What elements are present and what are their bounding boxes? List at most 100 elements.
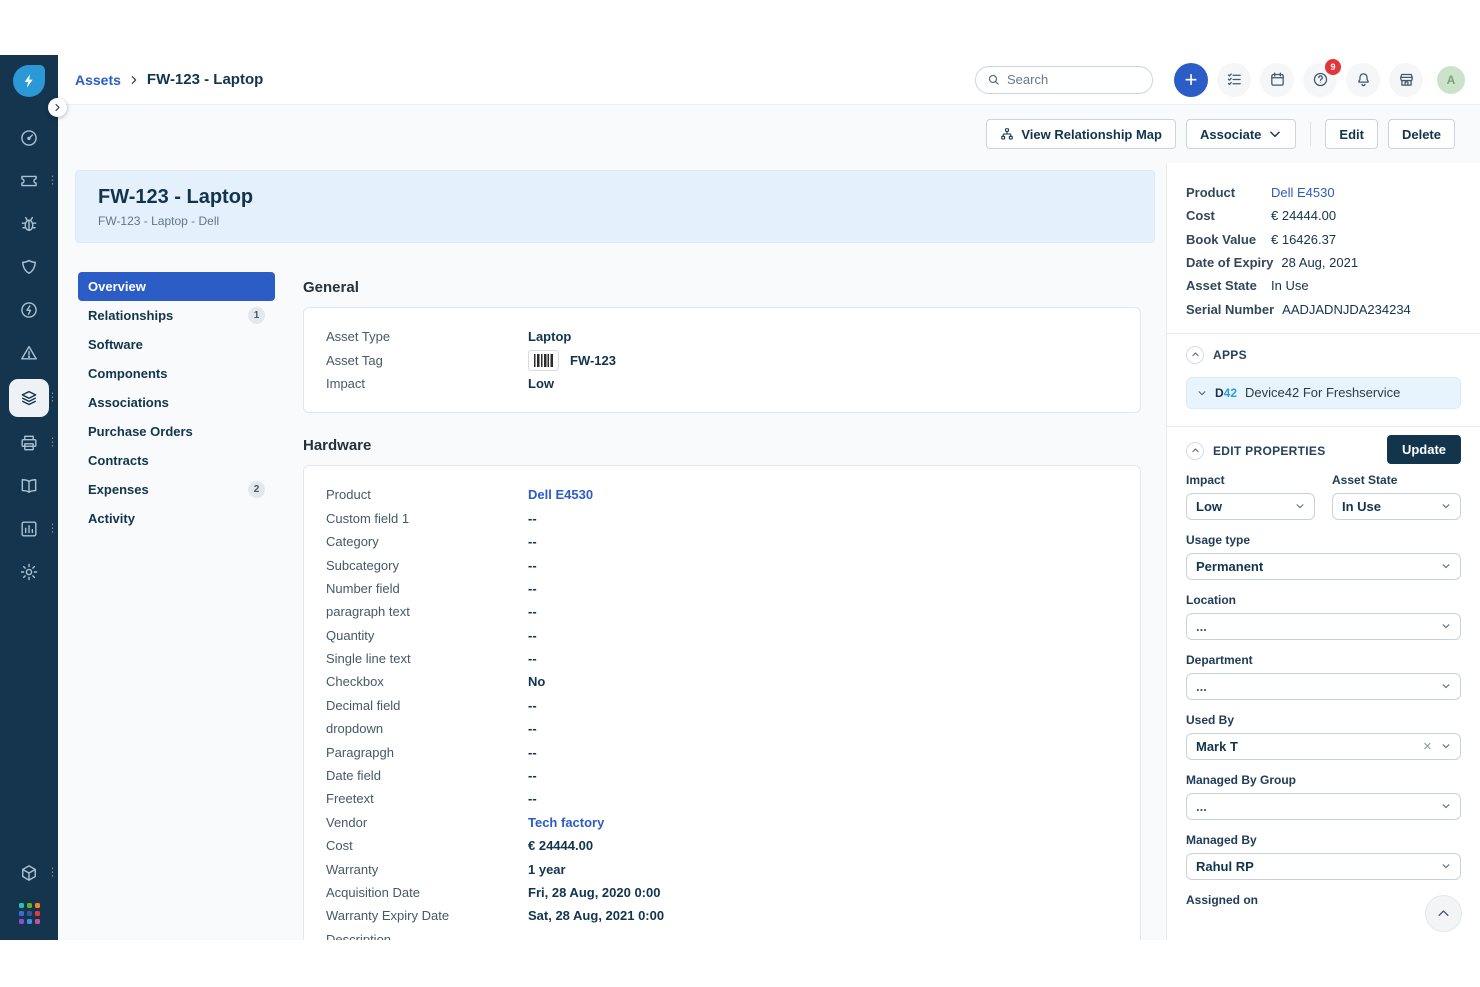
sidebar-item-solutions-book[interactable]: [9, 469, 49, 503]
summary-row-product: ProductDell E4530: [1186, 181, 1461, 204]
impact-select[interactable]: Low: [1186, 493, 1315, 520]
edit-button[interactable]: Edit: [1325, 119, 1378, 149]
location-select[interactable]: ...: [1186, 613, 1461, 640]
field-value[interactable]: Tech factory: [528, 815, 604, 830]
field-label: Asset Tag: [326, 353, 528, 368]
content-area: FW-123 - Laptop FW-123 - Laptop - Dell O…: [58, 163, 1166, 940]
field-value-text: FW-123: [570, 353, 616, 368]
view-relationship-map-button[interactable]: View Relationship Map: [986, 119, 1176, 149]
field-label: Impact: [1186, 473, 1315, 487]
sidebar-item-releases-bolt[interactable]: [9, 293, 49, 327]
kebab-menu-icon[interactable]: ⋮: [47, 524, 58, 535]
search-input[interactable]: [1007, 72, 1141, 87]
field-value: --: [528, 628, 537, 643]
tab-badge: 1: [248, 307, 265, 324]
field-row-cost: Cost€ 24444.00: [326, 834, 1118, 857]
scroll-to-top-button[interactable]: [1425, 895, 1462, 932]
checklist-icon: [1226, 71, 1243, 88]
sidebar-item-packages-cube[interactable]: ⋮: [9, 856, 49, 890]
field-label: Managed By: [1186, 833, 1461, 847]
freshservice-logo-icon[interactable]: [13, 65, 45, 97]
kebab-menu-icon[interactable]: ⋮: [47, 176, 58, 187]
sidebar-item-tickets[interactable]: ⋮: [9, 164, 49, 198]
sidebar-expand-button[interactable]: [48, 98, 67, 117]
tab-activity[interactable]: Activity: [78, 504, 275, 533]
field-value-text: --: [528, 628, 537, 643]
managed-by-group-select[interactable]: ...: [1186, 793, 1461, 820]
sidebar-item-assets-layers[interactable]: ⋮: [9, 379, 49, 417]
update-button[interactable]: Update: [1387, 435, 1461, 464]
edit-properties-collapse-button[interactable]: [1186, 442, 1204, 460]
sidebar-item-analytics-chart[interactable]: ⋮: [9, 512, 49, 546]
department-select[interactable]: ...: [1186, 673, 1461, 700]
storefront-icon: [1398, 71, 1415, 88]
sidebar-item-purchase-orders-printer[interactable]: ⋮: [9, 426, 49, 460]
new-item-button[interactable]: +: [1174, 63, 1208, 97]
sidebar-item-changes-shield[interactable]: [9, 250, 49, 284]
field-value-text: --: [528, 721, 537, 736]
kebab-menu-icon[interactable]: ⋮: [47, 438, 58, 449]
chevron-down-icon: [1268, 127, 1282, 141]
sidebar: ⋮⋮⋮⋮ ⋮: [0, 55, 58, 940]
calendar-button[interactable]: [1260, 63, 1294, 97]
asset-header: FW-123 - Laptop FW-123 - Laptop - Dell: [75, 170, 1155, 243]
field-value-text: --: [528, 745, 537, 760]
summary-value: In Use: [1271, 278, 1309, 293]
managed-by-select[interactable]: Rahul RP: [1186, 853, 1461, 880]
field-row-subcategory: Subcategory--: [326, 553, 1118, 576]
chevron-up-icon: [1191, 446, 1200, 455]
app-switcher-grid-icon[interactable]: [19, 903, 40, 924]
field-value: --: [528, 534, 537, 549]
tab-purchase-orders[interactable]: Purchase Orders: [78, 417, 275, 446]
summary-value[interactable]: Dell E4530: [1271, 185, 1335, 200]
used-by-select[interactable]: Mark T✕: [1186, 733, 1461, 760]
kebab-menu-icon[interactable]: ⋮: [47, 868, 58, 879]
field-value-text: --: [528, 558, 537, 573]
tab-overview[interactable]: Overview: [78, 272, 275, 301]
field-label: Product: [326, 487, 528, 502]
tab-label: Overview: [88, 279, 146, 294]
device42-app-card[interactable]: D42 Device42 For Freshservice: [1186, 377, 1461, 409]
asset-state-select[interactable]: In Use: [1332, 493, 1461, 520]
ep-field-assigned-on: Assigned on: [1186, 893, 1461, 907]
tab-software[interactable]: Software: [78, 330, 275, 359]
tab-associations[interactable]: Associations: [78, 388, 275, 417]
field-label: dropdown: [326, 721, 528, 736]
tab-components[interactable]: Components: [78, 359, 275, 388]
delete-button[interactable]: Delete: [1388, 119, 1455, 149]
kebab-menu-icon[interactable]: ⋮: [47, 393, 58, 404]
tab-label: Contracts: [88, 453, 149, 468]
breadcrumb-assets-link[interactable]: Assets: [75, 72, 121, 88]
associate-button[interactable]: Associate: [1186, 119, 1296, 149]
apps-collapse-button[interactable]: [1186, 346, 1204, 364]
field-value-text: Laptop: [528, 329, 571, 344]
usage-type-select[interactable]: Permanent: [1186, 553, 1461, 580]
field-value-text: --: [528, 651, 537, 666]
field-value: Fri, 28 Aug, 2020 0:00: [528, 885, 660, 900]
chevron-down-icon: [1441, 681, 1451, 691]
asset-tabs: Overview Relationships1SoftwareComponents…: [78, 272, 275, 940]
sidebar-item-admin-gear[interactable]: [9, 555, 49, 589]
field-label: Managed By Group: [1186, 773, 1461, 787]
tab-expenses[interactable]: Expenses2: [78, 475, 275, 504]
notifications-button[interactable]: [1346, 63, 1380, 97]
tab-relationships[interactable]: Relationships1: [78, 301, 275, 330]
select-controls: [1441, 621, 1451, 631]
global-search[interactable]: [975, 66, 1153, 94]
marketplace-button[interactable]: [1389, 63, 1423, 97]
sidebar-item-alerts-warning[interactable]: [9, 336, 49, 370]
chevron-down-icon: [1441, 561, 1451, 571]
sidebar-item-dashboard[interactable]: [9, 121, 49, 155]
apps-title: APPS: [1213, 348, 1247, 362]
avatar[interactable]: A: [1437, 66, 1465, 94]
apps-section: APPS D42 Device42 For Freshservice: [1186, 346, 1461, 409]
todo-list-button[interactable]: [1217, 63, 1251, 97]
help-button[interactable]: 9: [1303, 63, 1337, 97]
chevron-down-icon: [1441, 621, 1451, 631]
divider: [1167, 426, 1480, 427]
clear-icon[interactable]: ✕: [1423, 740, 1432, 753]
sidebar-item-problems-bug[interactable]: [9, 207, 49, 241]
field-row-freetext: Freetext--: [326, 787, 1118, 810]
tab-contracts[interactable]: Contracts: [78, 446, 275, 475]
field-value[interactable]: Dell E4530: [528, 487, 593, 502]
